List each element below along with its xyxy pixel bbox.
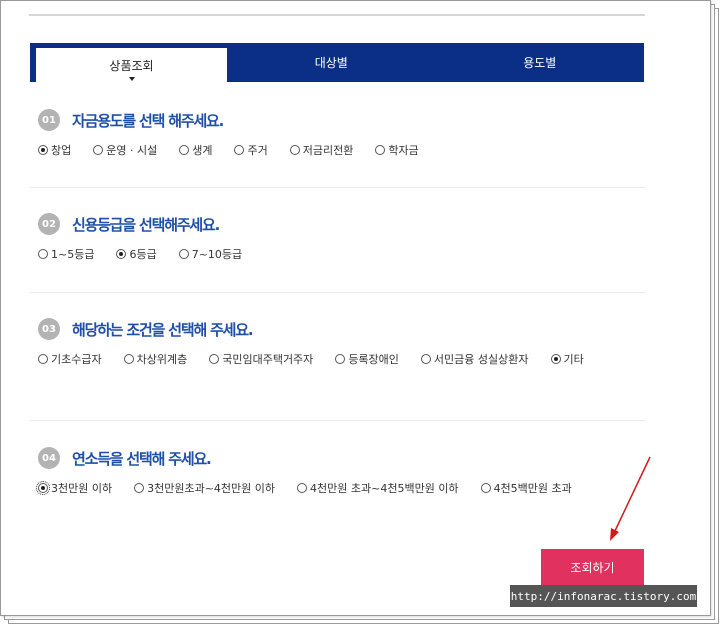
radio-button[interactable] (375, 145, 386, 155)
option-label: 서민금융 성실상환자 (433, 353, 529, 366)
radio-button[interactable] (480, 483, 491, 493)
option-public-rental-resident[interactable]: 국민임대주택거주자 (209, 351, 313, 367)
question-title: 자금용도를 선택 해주세요. (72, 111, 224, 130)
tab-by-purpose[interactable]: 용도별 (436, 43, 645, 82)
watermark: http://infonarac.tistory.com (510, 585, 697, 607)
option-income-40m-45m[interactable]: 4천만원 초과~4천5백만원 이하 (297, 480, 459, 496)
option-registered-disabled[interactable]: 등록장애인 (335, 351, 399, 367)
option-housing[interactable]: 주거 (234, 142, 268, 158)
option-label: 4천5백만원 초과 (493, 482, 572, 495)
option-label: 생계 (192, 144, 213, 157)
option-label: 기초수급자 (51, 353, 102, 366)
tab-by-target[interactable]: 대상별 (227, 43, 436, 82)
option-label: 3천만원 이하 (51, 482, 113, 495)
radio-button[interactable] (116, 249, 127, 259)
option-label: 등록장애인 (348, 353, 399, 366)
option-label: 7~10등급 (191, 248, 243, 261)
option-label: 주거 (247, 144, 268, 157)
radio-button[interactable] (38, 145, 48, 155)
question-number-badge: 03 (38, 318, 60, 340)
option-label: 창업 (51, 144, 72, 157)
radio-button[interactable] (178, 249, 189, 259)
option-list: 기초수급자 차상위계층 국민임대주택거주자 등록장애인 서민금융 성실상환자 기… (38, 351, 644, 374)
radio-button[interactable] (38, 249, 48, 259)
tab-label: 대상별 (314, 56, 348, 70)
radio-button[interactable] (123, 354, 134, 364)
tab-bar: 상품조회 대상별 용도별 (30, 43, 644, 82)
option-grade-7-10[interactable]: 7~10등급 (178, 246, 243, 262)
radio-button[interactable] (38, 354, 48, 364)
question-title: 신용등급을 선택해주세요. (72, 215, 220, 234)
radio-button[interactable] (36, 481, 50, 495)
radio-button[interactable] (134, 483, 145, 493)
radio-button[interactable] (234, 145, 245, 155)
question-conditions: 03 해당하는 조건을 선택해 주세요. 기초수급자 차상위계층 국민임대주택거… (38, 318, 644, 374)
radio-button[interactable] (209, 354, 220, 364)
section-divider (30, 420, 646, 421)
option-label: 6등급 (129, 248, 157, 261)
search-button[interactable]: 조회하기 (541, 549, 644, 586)
option-income-30m-40m[interactable]: 3천만원초과~4천만원 이하 (134, 480, 275, 496)
option-tuition[interactable]: 학자금 (375, 142, 419, 158)
radio-button[interactable] (550, 354, 561, 364)
option-near-poverty[interactable]: 차상위계층 (123, 351, 188, 367)
tab-product-search[interactable]: 상품조회 (36, 48, 227, 82)
option-grade-6[interactable]: 6등급 (116, 246, 157, 262)
radio-button[interactable] (420, 354, 431, 364)
option-label: 3천만원초과~4천만원 이하 (147, 482, 276, 495)
radio-button[interactable] (335, 354, 346, 364)
question-title: 해당하는 조건을 선택해 주세요. (72, 320, 254, 339)
option-low-rate-switch[interactable]: 저금리전환 (289, 142, 354, 158)
option-list: 1~5등급 6등급 7~10등급 (38, 246, 644, 269)
radio-button[interactable] (93, 145, 104, 155)
option-income-over-45m[interactable]: 4천5백만원 초과 (480, 480, 572, 496)
section-divider (30, 292, 646, 293)
option-living[interactable]: 생계 (179, 142, 212, 158)
option-label: 4천만원 초과~4천5백만원 이하 (310, 482, 459, 495)
radio-button[interactable] (179, 145, 190, 155)
option-basic-recipient[interactable]: 기초수급자 (38, 351, 102, 367)
question-annual-income: 04 연소득을 선택해 주세요. 3천만원 이하 3천만원초과~4천만원 이하 … (36, 447, 644, 503)
question-number-badge: 04 (38, 447, 60, 469)
option-operation-facility[interactable]: 운영 · 시설 (93, 142, 157, 158)
question-credit-grade: 02 신용등급을 선택해주세요. 1~5등급 6등급 7~10등급 (38, 213, 644, 269)
question-number-badge: 02 (38, 213, 60, 235)
option-faithful-repayer[interactable]: 서민금융 성실상환자 (420, 351, 529, 367)
option-list: 3천만원 이하 3천만원초과~4천만원 이하 4천만원 초과~4천5백만원 이하… (36, 480, 644, 503)
radio-button[interactable] (289, 145, 300, 155)
caret-down-icon (128, 77, 135, 81)
option-grade-1-5[interactable]: 1~5등급 (38, 246, 94, 262)
option-income-under-30m[interactable]: 3천만원 이하 (36, 480, 113, 496)
option-list: 창업 운영 · 시설 생계 주거 저금리전환 학자금 (38, 142, 644, 165)
option-label: 저금리전환 (302, 144, 354, 157)
question-title: 연소득을 선택해 주세요. (72, 449, 212, 468)
option-label: 학자금 (388, 144, 419, 157)
option-label: 기타 (563, 353, 584, 366)
option-label: 1~5등급 (51, 248, 95, 261)
option-label: 차상위계층 (136, 353, 188, 366)
question-fund-purpose: 01 자금용도를 선택 해주세요. 창업 운영 · 시설 생계 주거 저금리전환… (38, 109, 644, 165)
section-divider (30, 187, 646, 188)
option-label: 국민임대주택거주자 (222, 353, 314, 366)
option-label: 운영 · 시설 (106, 144, 158, 157)
option-startup[interactable]: 창업 (38, 142, 71, 158)
option-other[interactable]: 기타 (550, 351, 584, 367)
tab-label: 상품조회 (109, 58, 154, 73)
annotation-arrow-icon (610, 456, 651, 541)
tab-label: 용도별 (523, 56, 557, 70)
top-divider (29, 14, 645, 16)
question-number-badge: 01 (38, 109, 60, 131)
radio-button[interactable] (297, 483, 308, 493)
